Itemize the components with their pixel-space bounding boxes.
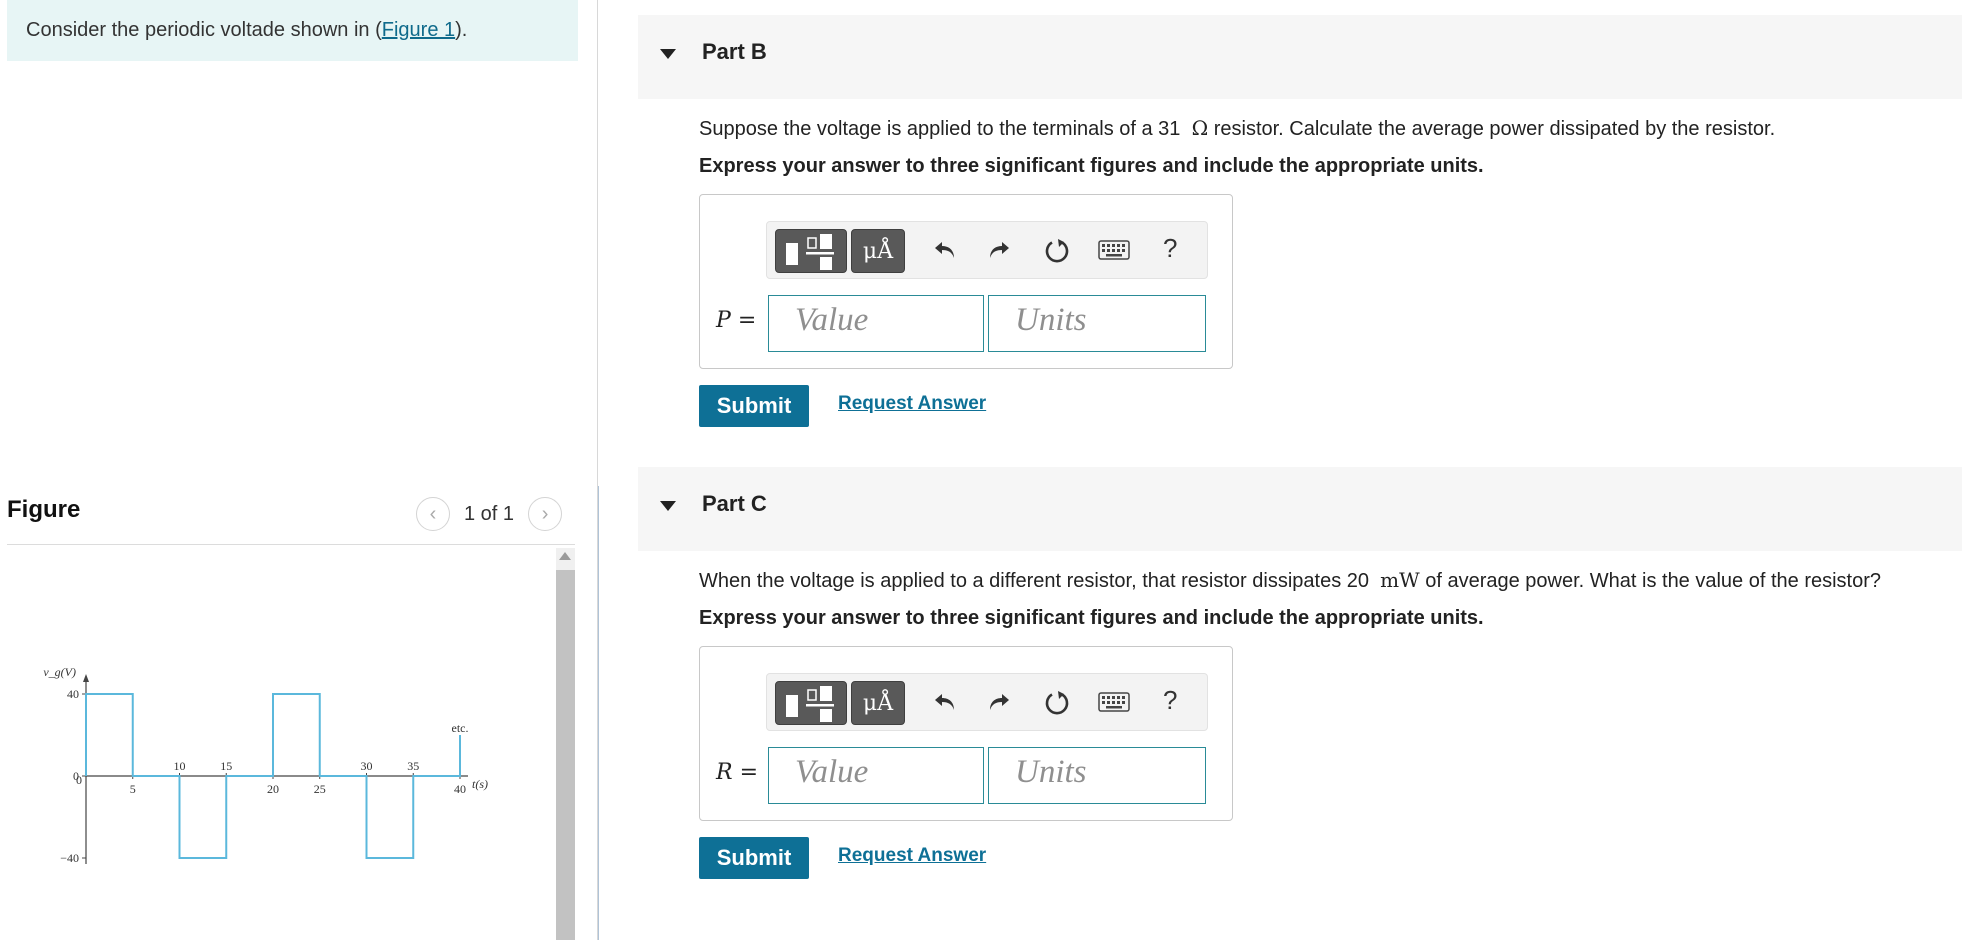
x-tick-label: 15 [220,759,232,773]
submit-button[interactable]: Submit [699,385,809,427]
figure-pager: ‹ 1 of 1 › [416,496,563,532]
chevron-right-icon[interactable]: › [528,497,563,531]
question-text: Suppose the voltage is applied to the te… [699,118,1181,140]
redo-icon[interactable] [983,686,1015,718]
milliwatt-unit: mW [1380,568,1420,592]
x-tick-label: 30 [361,759,373,773]
intro-text: Consider the periodic voltade shown in ( [26,19,382,41]
request-answer-link[interactable]: Request Answer [838,393,986,415]
equals-sign: = [739,760,759,785]
reset-icon[interactable] [1041,686,1073,718]
figure-count: 1 of 1 [464,502,515,525]
part-b-question: Suppose the voltage is applied to the te… [699,116,1775,141]
units-input[interactable]: Units [988,295,1206,352]
intro-suffix: ). [455,19,468,41]
figure-divider [7,544,575,545]
reset-icon[interactable] [1041,234,1073,266]
x-tick-label: 25 [314,782,326,796]
variable-name: P [716,308,731,333]
x-tick-label: 20 [267,782,279,796]
question-text-end: of average power. What is the value of t… [1425,570,1882,592]
chevron-left-icon[interactable]: ‹ [416,497,450,531]
value-input[interactable]: Value [768,295,984,352]
units-button[interactable]: μÅ [851,681,905,725]
part-c-question: When the voltage is applied to a differe… [699,568,1881,593]
part-title: Part C [702,491,767,516]
y-tick-label: 40 [67,687,79,701]
scroll-up-arrow-icon[interactable] [559,552,571,560]
figure-title: Figure [7,496,81,523]
x-tick-label: 5 [130,782,136,796]
variable-label: P = [716,308,756,333]
figure-scrollbar-thumb[interactable] [556,570,575,940]
voltage-waveform-chart: 400−4010 15 30 355 20 25 400v_g(V)t(s)etc. [43,665,488,865]
math-toolbar: μÅ ? [766,673,1208,731]
equals-sign: = [737,308,757,333]
part-title: Part B [702,39,767,64]
variable-label: R = [716,760,758,785]
fraction-template-icon [786,686,834,722]
origin-label: 0 [76,773,82,787]
part-b-instruction: Express your answer to three significant… [699,155,1484,177]
part-c-header[interactable]: Part C [638,467,1962,551]
figure-link[interactable]: Figure 1 [382,19,455,41]
keyboard-icon[interactable] [1097,686,1131,718]
part-b-answer-box: μÅ ? P = Value Units [699,194,1233,369]
math-toolbar: μÅ ? [766,221,1208,279]
etc-annotation: etc. [452,721,469,735]
units-button[interactable]: μÅ [851,229,905,273]
redo-icon[interactable] [983,234,1015,266]
value-input[interactable]: Value [768,747,984,804]
undo-icon[interactable] [929,234,961,266]
fraction-template-icon [786,234,834,270]
variable-name: R [716,760,733,785]
help-button[interactable]: ? [1163,233,1177,264]
ohm-unit: Ω [1191,116,1209,140]
question-text-end: resistor. Calculate the average power di… [1213,118,1776,140]
question-text: When the voltage is applied to a differe… [699,570,1369,592]
problem-intro: Consider the periodic voltade shown in (… [7,0,578,61]
undo-icon[interactable] [929,686,961,718]
part-b-header[interactable]: Part B [638,15,1962,99]
x-tick-label: 35 [407,759,419,773]
collapse-caret-icon[interactable] [660,49,676,59]
request-answer-link[interactable]: Request Answer [838,845,986,867]
pane-resize-handle[interactable] [598,486,599,940]
collapse-caret-icon[interactable] [660,501,676,511]
templates-button[interactable] [775,229,847,273]
y-axis-arrow [83,674,89,682]
x-tick-label: 40 [454,782,466,796]
templates-button[interactable] [775,681,847,725]
submit-button[interactable]: Submit [699,837,809,879]
part-c-instruction: Express your answer to three significant… [699,607,1484,629]
y-tick-label: −40 [60,851,79,865]
help-button[interactable]: ? [1163,685,1177,716]
y-axis-label: v_g(V) [43,665,76,679]
units-input[interactable]: Units [988,747,1206,804]
part-c-answer-box: μÅ ? R = Value Units [699,646,1233,821]
x-axis-label: t(s) [472,777,488,791]
x-tick-label: 10 [174,759,186,773]
keyboard-icon[interactable] [1097,234,1131,266]
